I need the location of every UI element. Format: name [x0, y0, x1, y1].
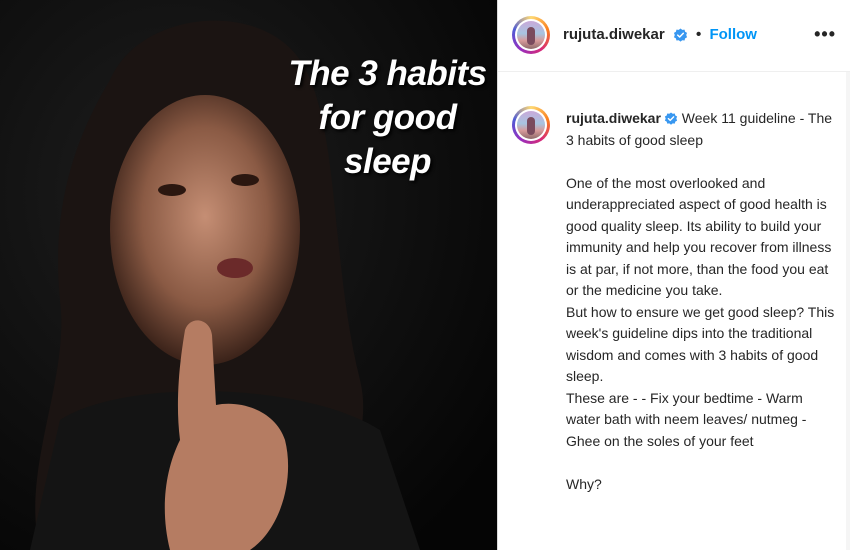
caption-scrollbar[interactable]: [846, 72, 850, 550]
avatar-image: [517, 21, 545, 49]
post-media[interactable]: The 3 habits for good sleep: [0, 0, 497, 550]
post-sidebar: rujuta.diwekar • Follow ••• rujuta.diwek…: [498, 0, 850, 550]
separator-dot: •: [696, 26, 702, 43]
follow-button[interactable]: Follow: [709, 26, 757, 43]
verified-badge-icon: [664, 112, 678, 125]
verified-badge-icon: [673, 28, 687, 42]
more-options-icon[interactable]: •••: [814, 24, 836, 45]
caption-text: rujuta.diwekar Week 11 guideline - The 3…: [566, 108, 836, 495]
avatar-image: [517, 111, 545, 139]
caption-username[interactable]: rujuta.diwekar: [566, 110, 661, 126]
author-avatar[interactable]: [512, 16, 550, 54]
post-header: rujuta.diwekar • Follow •••: [498, 0, 850, 72]
author-username[interactable]: rujuta.diwekar: [563, 26, 665, 43]
media-overlay-title: The 3 habits for good sleep: [288, 54, 487, 181]
caption-body: Week 11 guideline - The 3 habits of good…: [566, 110, 835, 492]
author-row: rujuta.diwekar • Follow: [563, 26, 757, 43]
caption-avatar[interactable]: [512, 106, 550, 144]
